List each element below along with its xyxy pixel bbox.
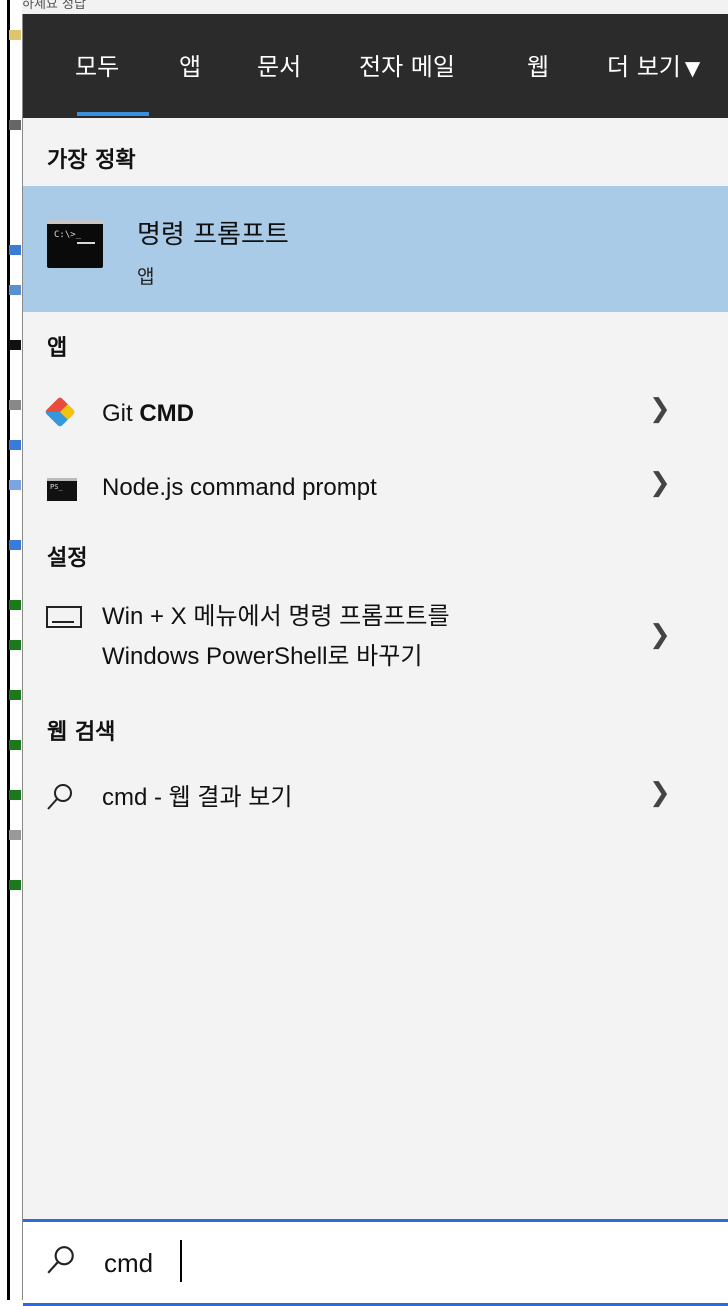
chevron-right-icon[interactable]: ❯	[649, 778, 671, 808]
desktop-icon	[9, 790, 21, 800]
desktop-icon	[9, 30, 21, 40]
settings-result-line1: Win + X 메뉴에서 명령 프롬프트를	[102, 603, 450, 630]
active-tab-indicator	[77, 112, 149, 116]
app-result-label-prefix: Git	[102, 400, 140, 427]
terminal-icon: PS_	[47, 478, 77, 501]
app-result-git-cmd[interactable]: Git CMD ❯	[23, 394, 728, 434]
search-icon	[47, 1246, 74, 1274]
background-window-title: 하세요 정답	[22, 0, 728, 14]
tab-documents[interactable]: 문서	[257, 52, 301, 82]
desktop-icon	[9, 740, 21, 750]
tab-more-label: 더 보기	[607, 53, 681, 81]
git-icon	[44, 396, 76, 428]
desktop-icon	[9, 480, 21, 490]
search-input[interactable]	[102, 1242, 706, 1284]
chevron-right-icon[interactable]: ❯	[649, 394, 671, 424]
tab-apps[interactable]: 앱	[179, 52, 201, 82]
desktop-background	[0, 0, 22, 1300]
desktop-icon	[9, 245, 21, 255]
background-window-title-text: 하세요 정답	[22, 0, 86, 12]
app-result-label: Node.js command prompt	[102, 474, 377, 501]
window-border	[7, 0, 10, 1300]
desktop-icon	[9, 285, 21, 295]
search-box[interactable]	[23, 1219, 728, 1306]
chevron-right-icon[interactable]: ❯	[649, 620, 671, 650]
chevron-right-icon[interactable]: ❯	[649, 468, 671, 498]
desktop-icon	[9, 830, 21, 840]
desktop-icon	[9, 600, 21, 610]
keyboard-icon	[46, 606, 82, 628]
text-cursor	[180, 1240, 182, 1282]
settings-result-line2: Windows PowerShell로 바꾸기	[102, 643, 423, 670]
search-icon	[47, 784, 72, 810]
web-search-result[interactable]: cmd - 웹 결과 보기 ❯	[23, 778, 728, 818]
settings-result[interactable]: Win + X 메뉴에서 명령 프롬프트를 Windows PowerShell…	[23, 598, 728, 682]
settings-heading: 설정	[47, 546, 88, 571]
search-filter-tabs: 모두 앱 문서 전자 메일 웹 더 보기 ▼	[23, 14, 728, 118]
tab-more[interactable]: 더 보기 ▼	[607, 52, 700, 83]
tab-email[interactable]: 전자 메일	[359, 52, 455, 82]
start-search-panel: 모두 앱 문서 전자 메일 웹 더 보기 ▼ 가장 정확 C:\>_ 명령 프롬프…	[22, 14, 728, 1306]
app-result-label: Git CMD	[102, 395, 194, 432]
tab-all[interactable]: 모두	[75, 52, 119, 82]
desktop-icon	[9, 440, 21, 450]
best-match-subtitle: 앱	[137, 266, 155, 288]
web-search-heading: 웹 검색	[47, 720, 116, 745]
best-match-title: 명령 프롬프트	[137, 220, 289, 250]
desktop-icon	[9, 640, 21, 650]
desktop-icon	[9, 540, 21, 550]
desktop-icon	[9, 690, 21, 700]
desktop-icon	[9, 120, 21, 130]
web-search-result-label: cmd - 웹 결과 보기	[102, 784, 293, 811]
caret-down-icon: ▼	[684, 56, 701, 80]
tab-web[interactable]: 웹	[527, 52, 549, 82]
command-prompt-icon: C:\>_	[47, 220, 103, 268]
desktop-icon	[9, 400, 21, 410]
desktop-icon	[9, 880, 21, 890]
best-match-heading: 가장 정확	[47, 148, 136, 173]
apps-heading: 앱	[47, 336, 68, 361]
best-match-result[interactable]: C:\>_ 명령 프롬프트 앱	[23, 186, 728, 312]
desktop-icon	[9, 340, 21, 350]
app-result-nodejs[interactable]: PS_ Node.js command prompt ❯	[23, 468, 728, 508]
app-result-label-bold: CMD	[139, 400, 194, 427]
